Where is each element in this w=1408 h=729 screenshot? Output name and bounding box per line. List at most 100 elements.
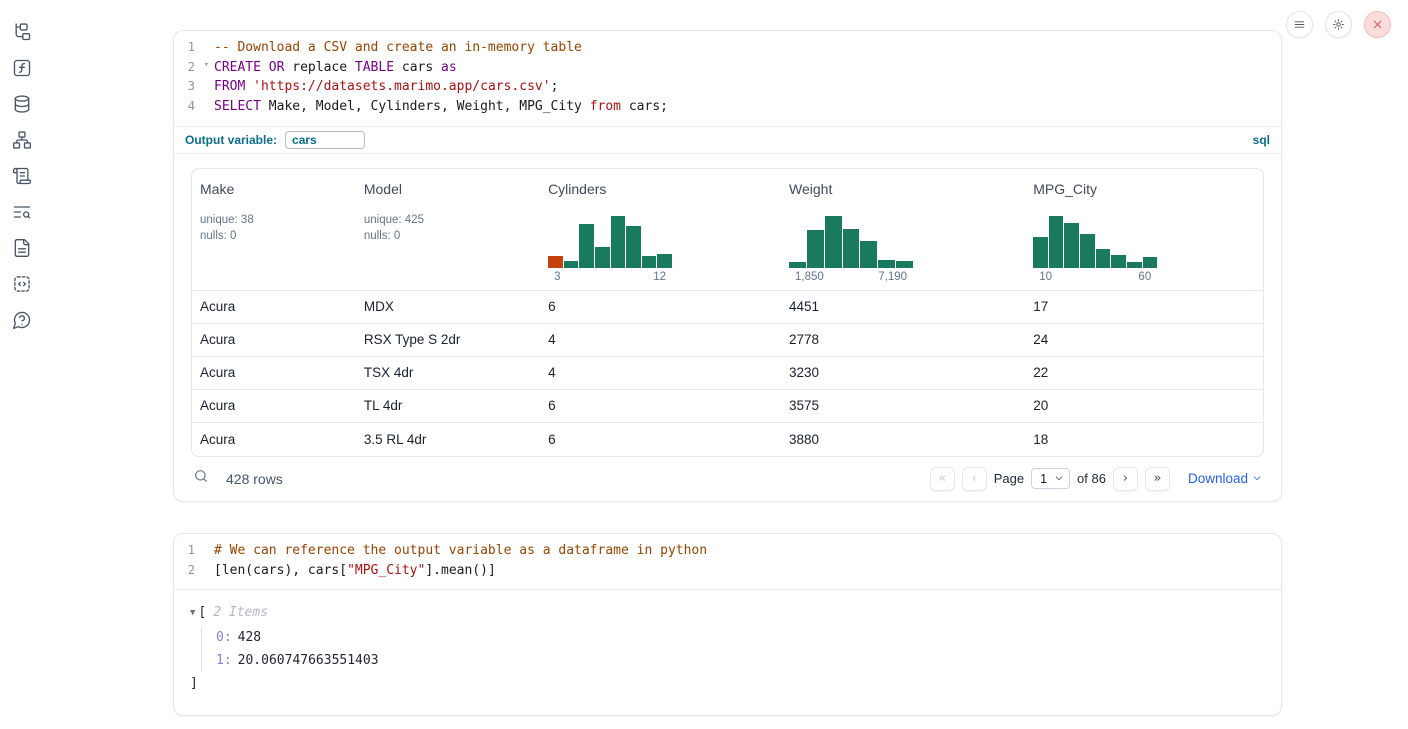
python-code-editor[interactable]: 1# We can reference the output variable … bbox=[174, 534, 1281, 589]
table-row[interactable]: Acura3.5 RL 4dr6388018 bbox=[192, 423, 1263, 456]
fold-caret-icon[interactable]: ▾ bbox=[204, 61, 209, 70]
code-line: 3FROM 'https://datasets.marimo.app/cars.… bbox=[174, 77, 1281, 97]
column-histogram[interactable] bbox=[789, 216, 913, 268]
table-cell: Acura bbox=[192, 332, 356, 347]
table-body: AcuraMDX6445117AcuraRSX Type S 2dr427782… bbox=[192, 291, 1263, 456]
table-row[interactable]: AcuraMDX6445117 bbox=[192, 291, 1263, 324]
sidebar-item-documentation[interactable] bbox=[11, 237, 33, 259]
line-number: 1 bbox=[174, 541, 214, 561]
settings-button[interactable] bbox=[1325, 11, 1352, 38]
sidebar-item-snippets[interactable] bbox=[11, 273, 33, 295]
prev-page-button[interactable]: ‹ bbox=[962, 467, 987, 491]
sidebar-item-functions[interactable] bbox=[11, 57, 33, 79]
table-row[interactable]: AcuraTL 4dr6357520 bbox=[192, 390, 1263, 423]
table-cell: 24 bbox=[1025, 332, 1263, 347]
table-cell: MDX bbox=[356, 299, 540, 314]
database-icon bbox=[12, 94, 32, 114]
close-bracket: ] bbox=[190, 674, 1265, 693]
table-cell: Acura bbox=[192, 299, 356, 314]
line-number: 1 bbox=[174, 38, 214, 58]
item-value: 20.060747663551403 bbox=[238, 653, 379, 668]
column-stat: nulls: 0 bbox=[364, 228, 532, 245]
column-title: Weight bbox=[789, 181, 1017, 197]
code-snippet-icon bbox=[12, 274, 32, 294]
line-number: 2 bbox=[174, 561, 214, 581]
page-select[interactable]: 1 bbox=[1031, 468, 1070, 489]
column-header-weight[interactable]: Weight 1,850 7,190 bbox=[781, 169, 1025, 290]
function-square-icon bbox=[12, 58, 32, 78]
table-cell: 17 bbox=[1025, 299, 1263, 314]
column-stats: unique: 38nulls: 0 bbox=[200, 212, 348, 245]
sidebar-item-logs[interactable] bbox=[11, 201, 33, 223]
last-page-button[interactable]: » bbox=[1145, 467, 1170, 491]
column-header-model[interactable]: Modelunique: 425nulls: 0 bbox=[356, 169, 540, 290]
column-header-cylinders[interactable]: Cylinders312 bbox=[540, 169, 781, 290]
close-icon bbox=[1371, 18, 1384, 31]
histogram-bar bbox=[825, 216, 842, 268]
column-header-make[interactable]: Makeunique: 38nulls: 0 bbox=[192, 169, 356, 290]
histogram-bar bbox=[1033, 237, 1048, 268]
column-histogram[interactable] bbox=[548, 216, 672, 268]
axis-label: 60 bbox=[1138, 271, 1151, 283]
sql-cell-output: Makeunique: 38nulls: 0Modelunique: 425nu… bbox=[174, 153, 1281, 501]
column-header-mpg_city[interactable]: MPG_City1060 bbox=[1025, 169, 1263, 290]
histogram-bar bbox=[843, 229, 860, 268]
table-cell: Acura bbox=[192, 365, 356, 380]
sidebar-item-help[interactable] bbox=[11, 309, 33, 331]
sidebar-item-file-tree[interactable] bbox=[11, 21, 33, 43]
axis-label: 1,850 bbox=[795, 271, 824, 283]
column-title: Cylinders bbox=[548, 181, 773, 197]
line-number: 3 bbox=[174, 77, 214, 97]
sql-code-editor[interactable]: 1-- Download a CSV and create an in-memo… bbox=[174, 31, 1281, 126]
column-histogram[interactable] bbox=[1033, 216, 1157, 268]
list-item: 0: 428 bbox=[216, 627, 1265, 650]
table-cell: 3.5 RL 4dr bbox=[356, 432, 540, 447]
output-variable-input[interactable] bbox=[285, 131, 365, 149]
table-cell: 4451 bbox=[781, 299, 1025, 314]
histogram-bar bbox=[860, 241, 877, 268]
search-icon[interactable] bbox=[193, 468, 209, 489]
sidebar-item-scratchpad[interactable] bbox=[11, 165, 33, 187]
column-title: Model bbox=[364, 181, 532, 197]
sidebar-item-datasources[interactable] bbox=[11, 93, 33, 115]
table-cell: RSX Type S 2dr bbox=[356, 332, 540, 347]
gear-icon bbox=[1332, 18, 1345, 31]
menu-button[interactable] bbox=[1286, 11, 1313, 38]
python-cell: 1# We can reference the output variable … bbox=[173, 533, 1282, 716]
code-line: 2▾CREATE OR replace TABLE cars as bbox=[174, 58, 1281, 78]
axis-label: 10 bbox=[1039, 271, 1052, 283]
data-table: Makeunique: 38nulls: 0Modelunique: 425nu… bbox=[191, 168, 1264, 457]
shutdown-button[interactable] bbox=[1364, 11, 1391, 38]
table-cell: 4 bbox=[540, 365, 781, 380]
table-cell: 22 bbox=[1025, 365, 1263, 380]
histogram-axis-labels: 1,850 7,190 bbox=[789, 268, 913, 290]
item-index: 0: bbox=[216, 630, 232, 645]
window-controls bbox=[1286, 11, 1391, 38]
histogram-bar bbox=[626, 226, 641, 268]
code-line: 2[len(cars), cars["MPG_City"].mean()] bbox=[174, 561, 1281, 581]
table-cell: TSX 4dr bbox=[356, 365, 540, 380]
next-page-button[interactable]: › bbox=[1113, 467, 1138, 491]
line-number: 4 bbox=[174, 97, 214, 117]
code-line: 1-- Download a CSV and create an in-memo… bbox=[174, 38, 1281, 58]
histogram-bar bbox=[1080, 234, 1095, 268]
chevron-down-icon bbox=[1054, 472, 1064, 486]
histogram-bar bbox=[878, 260, 895, 268]
axis-label: 7,190 bbox=[878, 271, 907, 283]
page-select-value: 1 bbox=[1040, 472, 1047, 486]
list-output-items: 0:4281:20.060747663551403 bbox=[201, 627, 1265, 672]
sidebar-item-dependency-graph[interactable] bbox=[11, 129, 33, 151]
item-value: 428 bbox=[238, 630, 261, 645]
histogram-bar bbox=[1096, 249, 1111, 268]
text-search-icon bbox=[12, 202, 32, 222]
table-cell: 18 bbox=[1025, 432, 1263, 447]
collapse-caret-icon[interactable]: ▼ bbox=[190, 608, 195, 618]
histogram-bar bbox=[1143, 257, 1158, 267]
output-variable-label: Output variable: bbox=[185, 133, 277, 147]
table-row[interactable]: AcuraRSX Type S 2dr4277824 bbox=[192, 324, 1263, 357]
histogram-bar bbox=[611, 216, 626, 268]
first-page-button[interactable]: « bbox=[930, 467, 955, 491]
table-cell: Acura bbox=[192, 432, 356, 447]
table-row[interactable]: AcuraTSX 4dr4323022 bbox=[192, 357, 1263, 390]
download-button[interactable]: Download bbox=[1188, 471, 1262, 486]
